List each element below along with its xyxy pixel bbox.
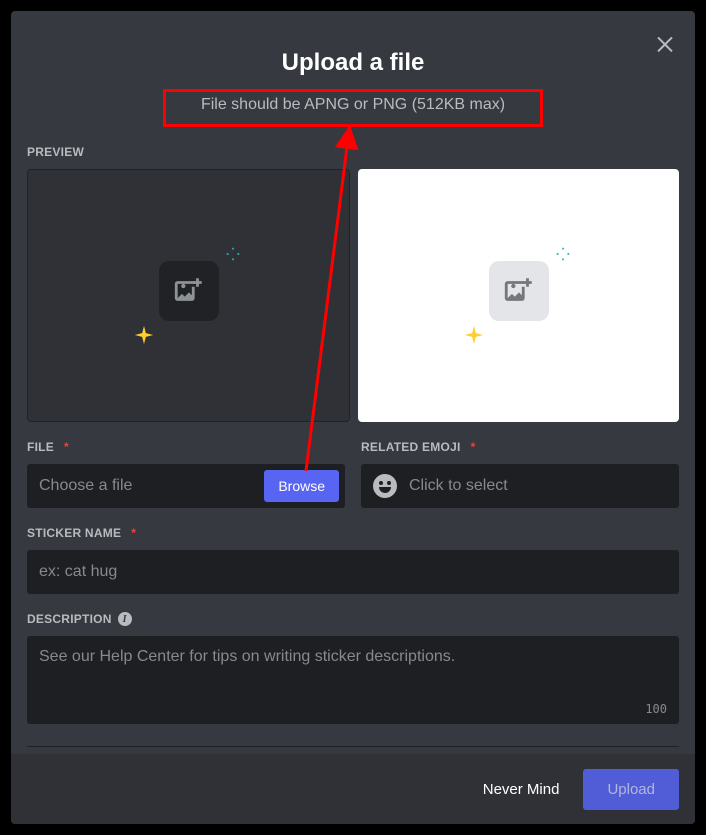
related-emoji-label: RELATED EMOJI* [361,440,679,454]
sticker-name-label: STICKER NAME* [27,526,679,540]
preview-dark-theme [27,169,350,422]
description-input[interactable]: See our Help Center for tips on writing … [27,636,679,724]
sticker-name-input[interactable] [27,550,679,594]
description-label: DESCRIPTION i [27,612,679,626]
description-placeholder: See our Help Center for tips on writing … [39,648,667,666]
close-button[interactable] [653,31,677,60]
upload-button[interactable]: Upload [583,769,679,810]
cancel-button[interactable]: Never Mind [477,771,566,808]
emoji-select[interactable]: Click to select [361,464,679,508]
modal-footer: Never Mind Upload [11,754,695,824]
modal-title: Upload a file [11,49,695,77]
preview-label: PREVIEW [27,145,679,159]
char-counter: 100 [645,702,667,716]
sparkle-icon [133,324,155,351]
sparkle-dots-icon [225,246,241,267]
file-label: FILE* [27,440,345,454]
sparkle-icon [463,324,485,351]
file-placeholder: Choose a file [39,477,264,495]
smile-icon [373,474,397,498]
preview-light-theme [358,169,679,422]
sparkle-dots-icon [555,246,571,267]
emoji-placeholder: Click to select [409,477,508,495]
info-icon: i [118,612,132,626]
upload-file-modal: Upload a file File should be APNG or PNG… [11,11,695,824]
modal-subtitle: File should be APNG or PNG (512KB max) [174,96,532,114]
image-placeholder-icon [159,261,219,321]
image-placeholder-icon [489,261,549,321]
file-input[interactable]: Choose a file Browse [27,464,345,508]
close-icon [653,31,677,55]
annotation-highlight-box: File should be APNG or PNG (512KB max) [163,89,543,127]
browse-button[interactable]: Browse [264,470,339,502]
divider [27,746,679,747]
